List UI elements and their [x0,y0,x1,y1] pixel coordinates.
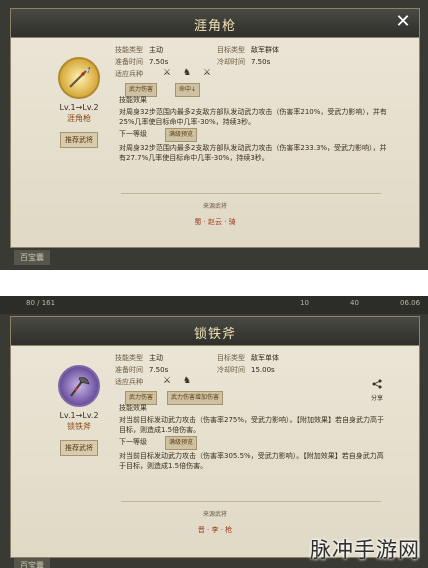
screenshot-bottom: 80 / 161 10 40 06.06 锁铁斧 Lv.1→Lv.2 锁铁斧 推… [0,296,428,568]
divider [121,193,381,194]
share-label: 分享 [370,395,383,402]
bag-tab[interactable]: 百宝囊 [14,558,50,568]
next-effect-text: 对当前目标发动武力攻击（伤害率305.5%，受武力影响）。【附加效果】若自身武力… [119,452,384,470]
infantry-icon: ⚔ [163,376,172,386]
target-type-value: 敌军单体 [251,354,279,362]
resource-counter: 10 [300,299,309,307]
clock-text: 06.06 [400,299,421,307]
target-type-label: 目标类型 [217,354,245,362]
infantry-icon: ⚔ [163,68,172,78]
troops-counter: 80 / 161 [26,299,56,307]
skill-title: 涯角枪 [193,19,236,34]
unit-types-label: 适应兵种 [115,70,143,78]
target-type-label: 目标类型 [217,46,245,54]
level-text: Lv.1→Lv.2 [59,411,99,420]
archer-icon: ⚔ [203,68,212,78]
prep-time-label: 准备时间 [115,366,143,374]
skill-title: 锁铁斧 [193,327,236,342]
cavalry-icon: ♞ [183,68,192,78]
bag-tab[interactable]: 百宝囊 [14,250,50,265]
effect-label: 技能效果 [119,404,147,412]
prep-time-value: 7.50s [149,58,169,66]
max-level-preview-button[interactable]: 满级预览 [165,436,198,450]
site-watermark: 脉冲手游网 [310,538,420,562]
prep-time-value: 7.50s [149,366,169,374]
effect-label: 技能效果 [119,96,147,104]
effect-text: 对周身32步范围内最多2支敌方部队发动武力攻击（伤害率210%，受武力影响），并… [119,108,387,126]
share-button[interactable]: 分享 [367,374,387,402]
effect-text: 对当前目标发动武力攻击（伤害率275%，受武力影响）。【附加效果】若自身武力高于… [119,416,385,434]
skill-name: 涯角枪 [67,114,91,123]
next-level-label: 下一等级 [119,130,147,138]
skill-type-label: 技能类型 [115,46,143,54]
close-icon[interactable]: ✕ [393,12,413,32]
top-hud: 80 / 161 10 40 06.06 [0,296,428,314]
share-icon [372,379,382,389]
skill-detail-panel: 锁铁斧 Lv.1→Lv.2 锁铁斧 推荐武将 技能类型主动 目标类型敌军单体 [10,316,420,558]
cooldown-value: 15.00s [251,366,275,374]
source-label: 来源武将 [202,511,227,518]
skill-type-label: 技能类型 [115,354,143,362]
level-text: Lv.1→Lv.2 [59,103,99,112]
source-general-link[interactable]: 蜀 · 赵云 · 骑 [11,217,419,227]
next-effect-text: 对周身32步范围内最多2支敌方部队发动武力攻击（伤害率233.3%，受武力影响）… [119,144,387,162]
resource-counter: 40 [350,299,359,307]
max-level-preview-button[interactable]: 满级预览 [165,128,198,142]
unit-types-label: 适应兵种 [115,378,143,386]
cooldown-label: 冷却时间 [217,58,245,66]
cooldown-value: 7.50s [251,58,271,66]
skill-card: Lv.1→Lv.2 锁铁斧 推荐武将 [47,365,111,456]
title-bar: 涯角枪 ✕ [11,9,419,38]
skill-card: Lv.1→Lv.2 涯角枪 推荐武将 [47,57,111,148]
source-label: 来源武将 [202,203,227,210]
screenshot-top: 涯角枪 ✕ Lv.1→Lv.2 涯角枪 推荐武将 技能类型 主动 目标类型 敌军群体 [0,0,428,270]
skill-type-value: 主动 [149,46,163,54]
target-type-value: 敌军群体 [251,46,279,54]
tag-chip: 武力伤害增加伤害 [167,391,224,405]
skill-name: 锁铁斧 [67,422,91,431]
prep-time-label: 准备时间 [115,58,143,66]
next-level-label: 下一等级 [119,438,147,446]
title-bar: 锁铁斧 [11,317,419,346]
tag-chip: 命中↓ [175,83,201,97]
cooldown-label: 冷却时间 [217,366,245,374]
cavalry-icon: ♞ [183,376,192,386]
skill-type-value: 主动 [149,354,163,362]
skill-detail-panel: 涯角枪 ✕ Lv.1→Lv.2 涯角枪 推荐武将 技能类型 主动 目标类型 敌军群体 [10,8,420,248]
spear-icon [58,57,100,99]
recommend-generals-button[interactable]: 推荐武将 [60,132,98,148]
axe-icon [58,365,100,407]
divider [121,501,381,502]
recommend-generals-button[interactable]: 推荐武将 [60,440,98,456]
